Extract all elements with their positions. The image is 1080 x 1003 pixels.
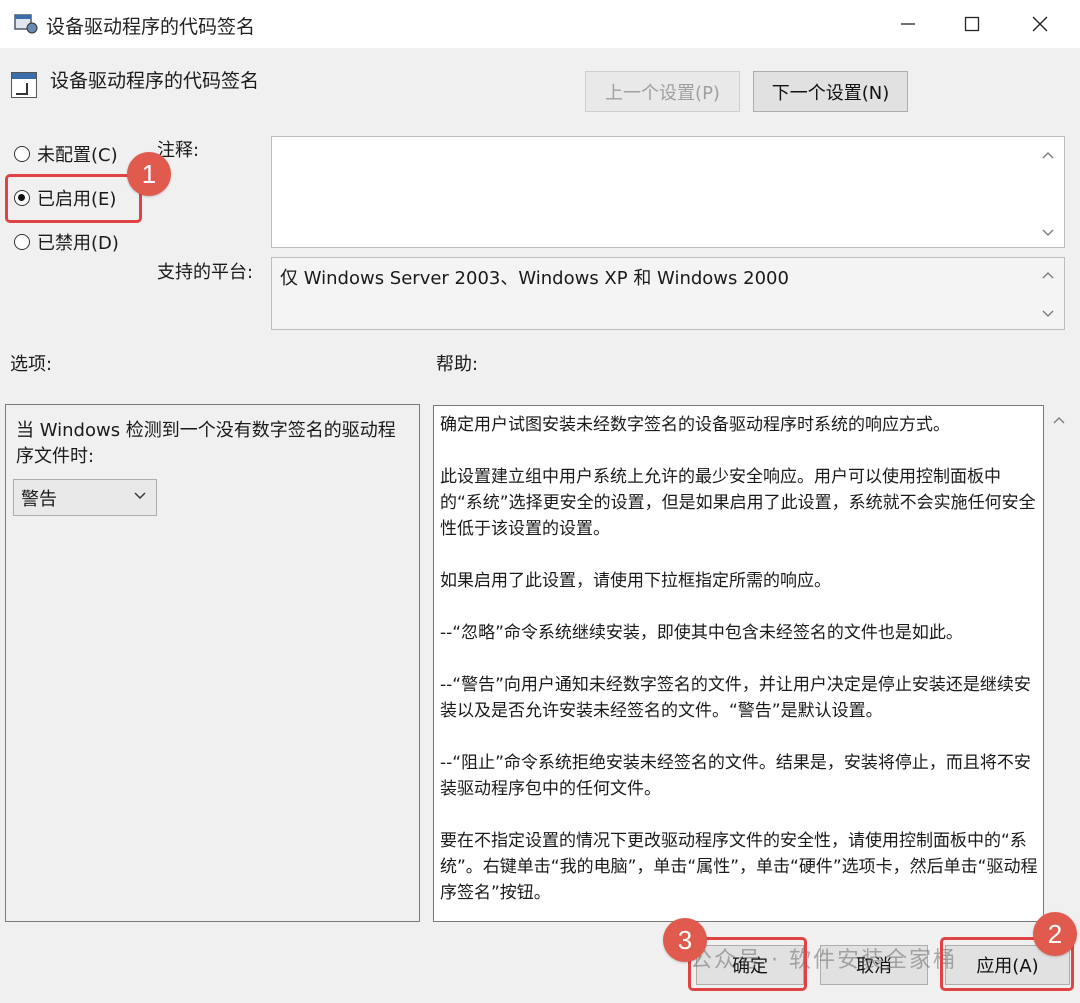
minimize-button[interactable]: [876, 0, 940, 48]
help-paragraph: --“警告”向用户通知未经数字签名的文件，并让用户决定是停止安装还是继续安装以及…: [440, 675, 1031, 721]
close-icon: [1032, 16, 1048, 32]
highlight-box-enabled: [5, 174, 142, 223]
help-section-label: 帮助:: [436, 354, 479, 375]
maximize-button[interactable]: [940, 0, 1004, 48]
scroll-up-icon[interactable]: [1039, 266, 1057, 284]
help-paragraph: --“忽略”命令系统继续安装，即使其中包含未经签名的文件也是如此。: [440, 623, 963, 643]
maximize-icon: [964, 16, 980, 32]
help-text: 确定用户试图安装未经数字签名的设备驱动程序时系统的响应方式。 此设置建立组中用户…: [440, 412, 1040, 932]
close-button[interactable]: [1008, 0, 1072, 48]
response-dropdown[interactable]: 警告: [13, 479, 157, 516]
help-scroll-up-icon[interactable]: [1050, 411, 1068, 429]
policy-setting-icon: [11, 72, 37, 98]
radio-button-icon[interactable]: [14, 234, 30, 250]
scroll-down-icon[interactable]: [1039, 305, 1057, 323]
radio-label: 未配置(C): [37, 145, 118, 166]
chevron-down-icon: [134, 492, 146, 499]
help-paragraph: 确定用户试图安装未经数字签名的设备驱动程序时系统的响应方式。: [440, 415, 950, 435]
options-section-label: 选项:: [10, 354, 53, 375]
comment-textarea[interactable]: [271, 136, 1065, 248]
scroll-up-icon[interactable]: [1039, 146, 1057, 164]
supported-platform-value: 仅 Windows Server 2003、Windows XP 和 Windo…: [280, 268, 789, 289]
step-marker-1: 1: [127, 152, 171, 196]
next-setting-button[interactable]: 下一个设置(N): [753, 71, 908, 112]
window-title: 设备驱动程序的代码签名: [46, 16, 256, 38]
step-marker-2: 2: [1033, 912, 1077, 956]
policy-name: 设备驱动程序的代码签名: [50, 70, 260, 92]
options-prompt: 当 Windows 检测到一个没有数字签名的驱动程序文件时:: [16, 420, 396, 467]
help-paragraph: 如果启用了此设置，请使用下拉框指定所需的响应。: [440, 571, 831, 591]
minimize-icon: [901, 23, 915, 25]
radio-not-configured[interactable]: 未配置(C): [14, 141, 118, 167]
radio-disabled[interactable]: 已禁用(D): [14, 229, 119, 255]
supported-platform-label: 支持的平台:: [157, 262, 254, 283]
dropdown-value: 警告: [21, 488, 57, 510]
previous-setting-button[interactable]: 上一个设置(P): [585, 71, 740, 112]
radio-label: 已禁用(D): [37, 233, 119, 254]
help-paragraph: 此设置建立组中用户系统上允许的最少安全响应。用户可以使用控制面板中的“系统”选择…: [440, 467, 1036, 539]
radio-button-icon[interactable]: [14, 146, 30, 162]
help-paragraph: --“阻止”命令系统拒绝安装未经签名的文件。结果是，安装将停止，而且将不安装驱动…: [440, 753, 1031, 799]
step-marker-3: 3: [663, 918, 707, 962]
app-icon: [14, 12, 38, 34]
scroll-down-icon[interactable]: [1039, 224, 1057, 242]
help-paragraph: 要在不指定设置的情况下更改驱动程序文件的安全性，请使用控制面板中的“系统”。右键…: [440, 831, 1038, 903]
